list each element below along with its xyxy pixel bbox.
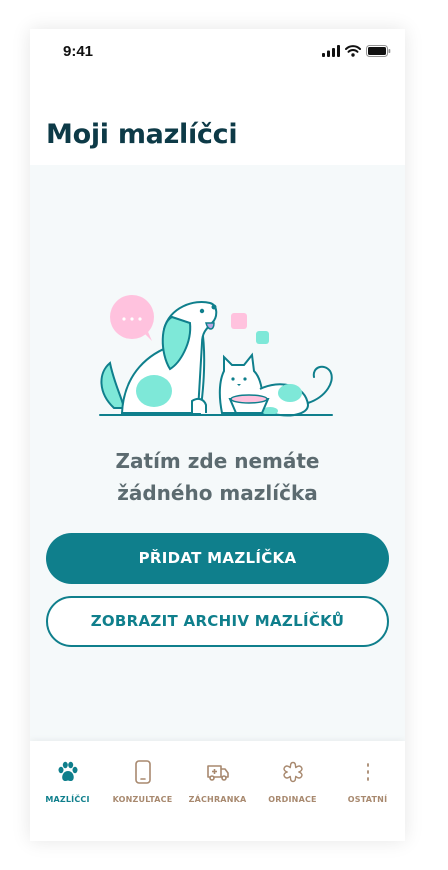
tab-other[interactable]: OSTATNÍ (330, 759, 405, 804)
status-time: 9:41 (63, 43, 94, 60)
tab-pets-label: MAZLÍČCI (45, 795, 90, 804)
paw-icon (58, 761, 77, 782)
battery-icon (366, 45, 391, 57)
tab-clinic-label: ORDINACE (268, 795, 317, 804)
empty-state-line-1: Zatím zde nemáte (115, 449, 320, 473)
empty-state-line-2: žádného mazlíčka (117, 481, 318, 505)
more-icon (366, 763, 369, 781)
bottom-tab-bar: MAZLÍČCI KONZULTACE ZÁCHRANKA ORDINACE O… (30, 741, 405, 841)
ambulance-icon (206, 765, 229, 781)
tab-emergency-label: ZÁCHRANKA (188, 795, 247, 804)
clinic-icon (282, 761, 303, 783)
tab-consultation-label: KONZULTACE (112, 795, 173, 804)
tab-emergency[interactable]: ZÁCHRANKA (180, 759, 255, 804)
wifi-icon (345, 45, 361, 57)
app-screen: 9:41 Moji mazlíčci Zatím zde nemáte žádn… (30, 29, 405, 841)
tab-other-label: OSTATNÍ (347, 795, 388, 804)
tab-consultation[interactable]: KONZULTACE (105, 759, 180, 804)
tab-clinic[interactable]: ORDINACE (255, 759, 330, 804)
tab-pets[interactable]: MAZLÍČCI (30, 759, 105, 804)
empty-state-illustration (94, 293, 339, 427)
signal-icon (322, 45, 340, 57)
phone-icon (134, 760, 151, 784)
dog-and-cat-illustration (99, 295, 333, 417)
page-title: Moji mazlíčci (46, 119, 238, 150)
add-pet-button[interactable]: PŘIDAT MAZLÍČKA (46, 533, 389, 584)
show-archive-button[interactable]: ZOBRAZIT ARCHIV MAZLÍČKŮ (46, 596, 389, 647)
status-icons (322, 45, 391, 57)
empty-state-message: Zatím zde nemáte žádného mazlíčka (30, 445, 405, 509)
header: 9:41 Moji mazlíčci (30, 29, 405, 165)
